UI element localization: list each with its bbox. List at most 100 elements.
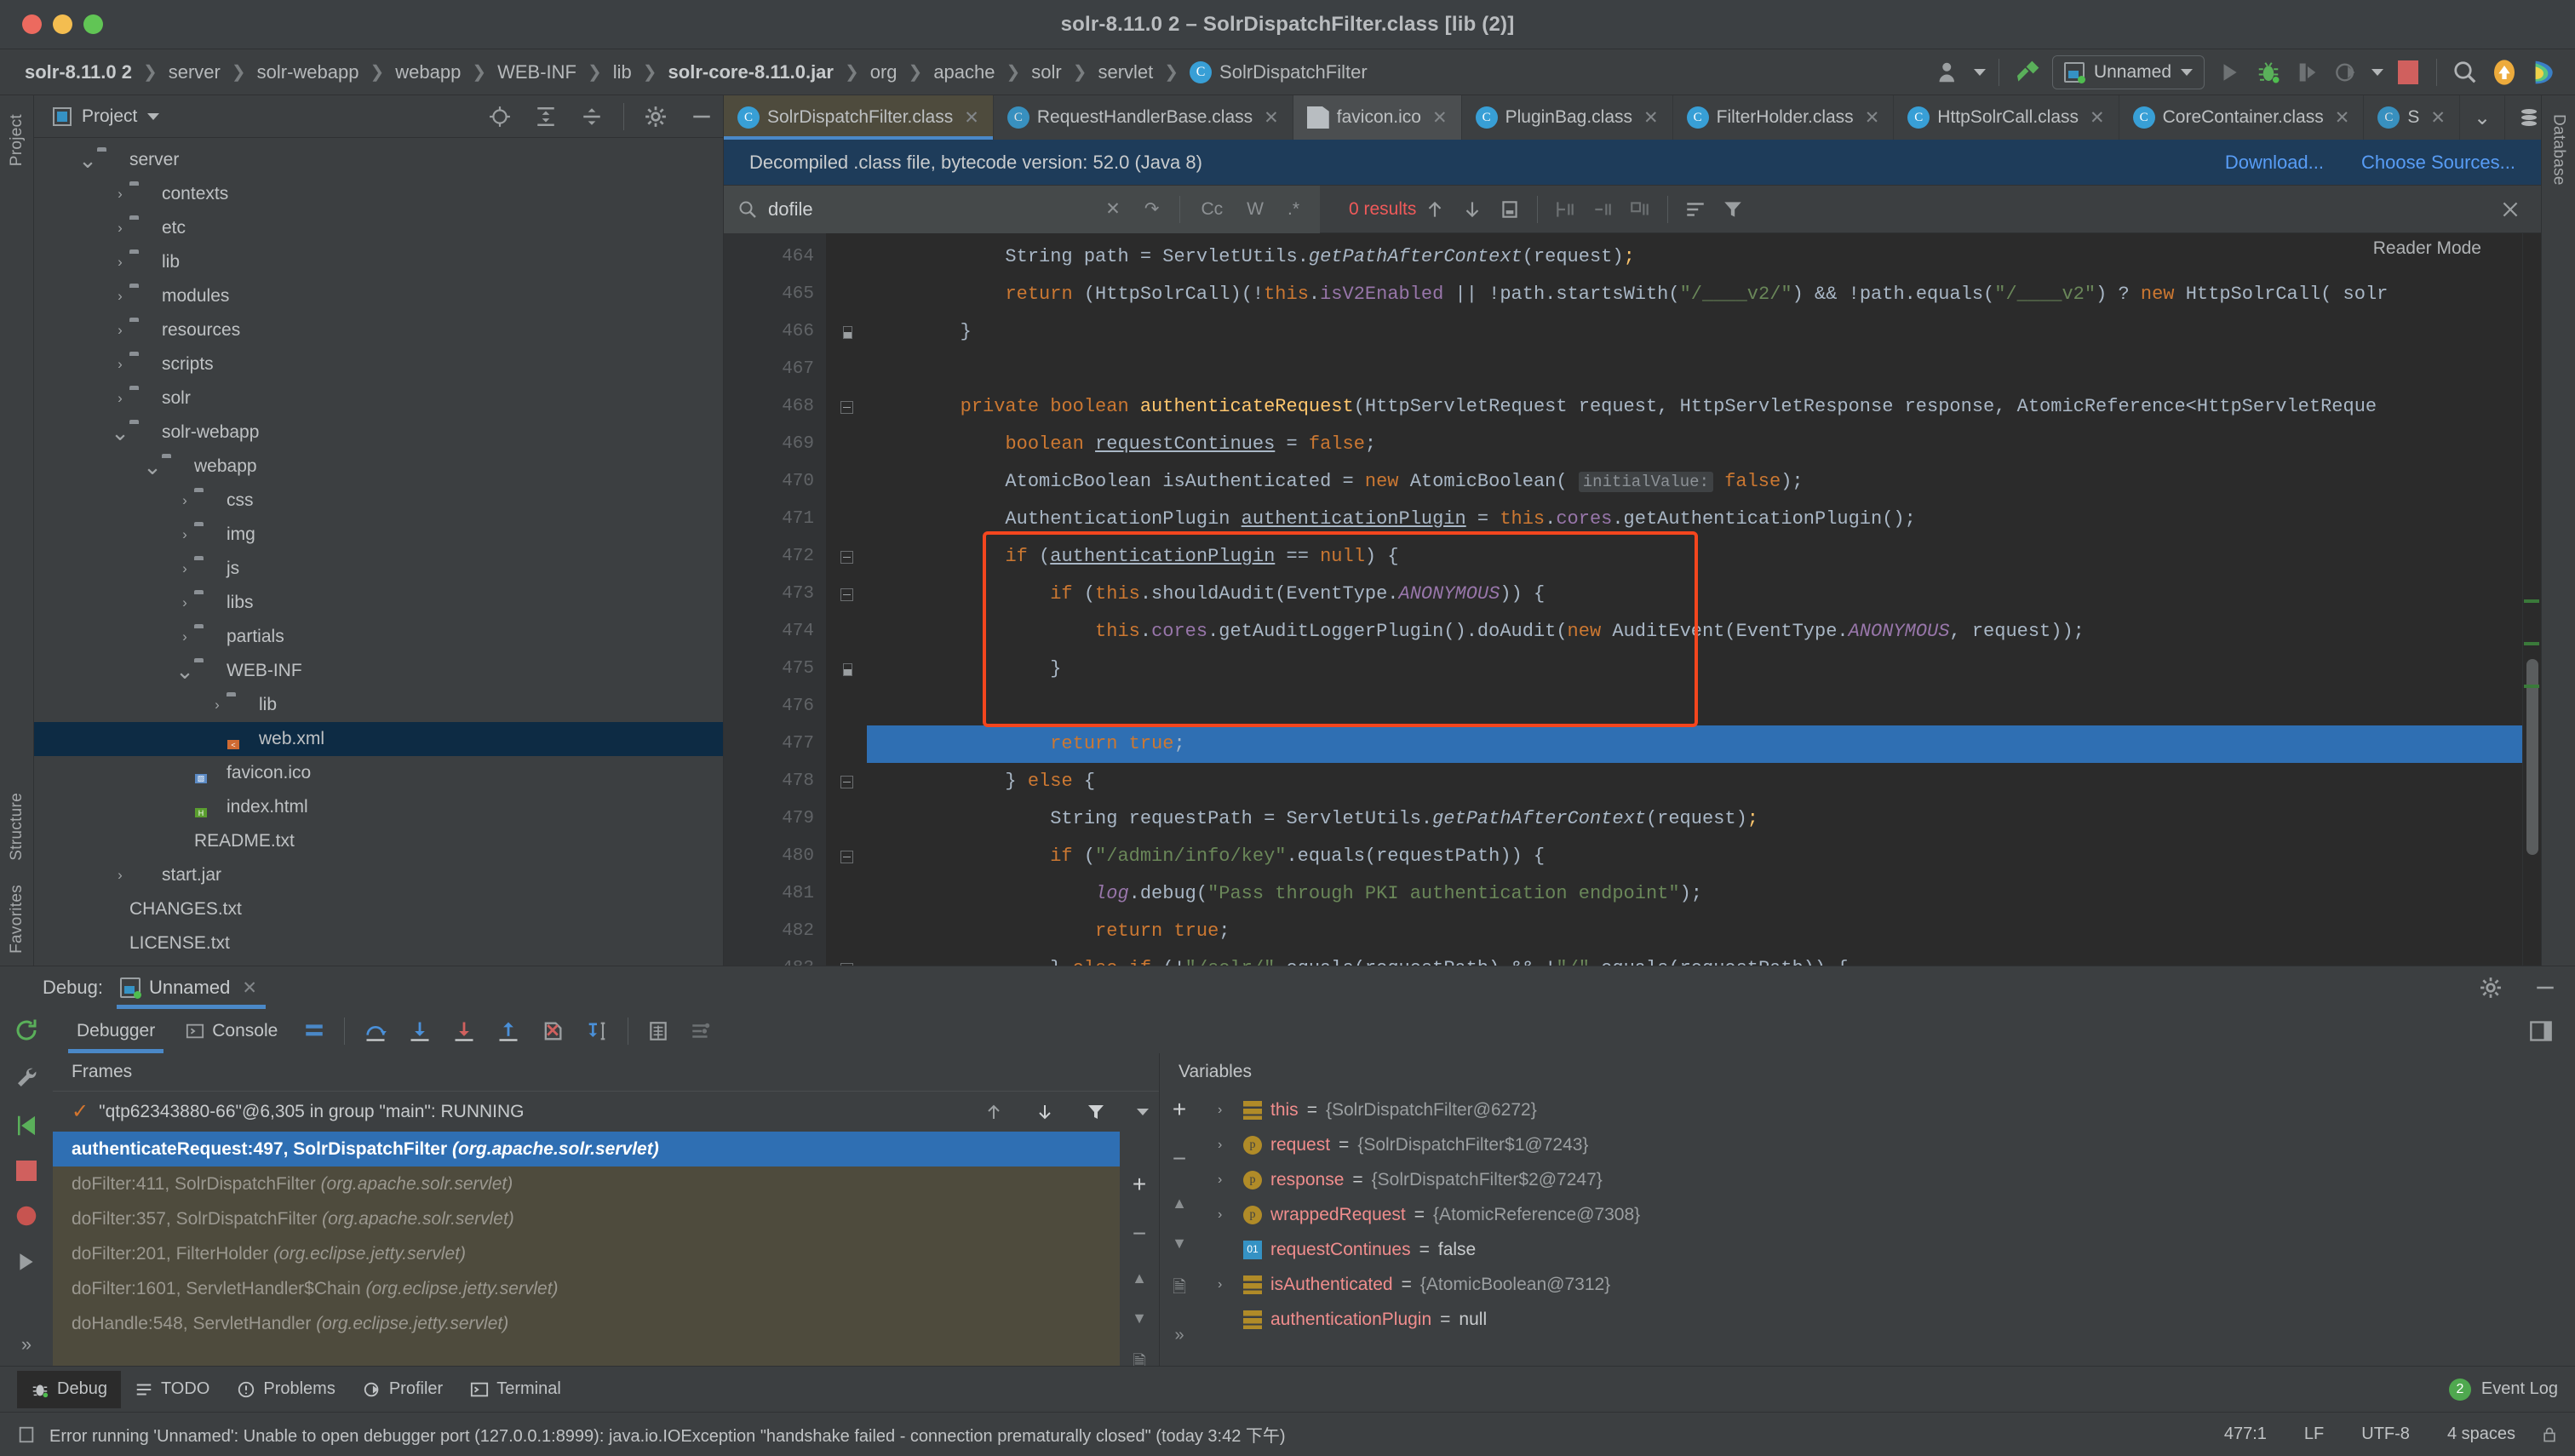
tree-node[interactable]: › start.jar — [34, 858, 723, 892]
close-icon[interactable]: ✕ — [1643, 107, 1659, 129]
chevron-right-icon[interactable]: › — [111, 867, 129, 884]
chevron-right-icon[interactable]: › — [175, 526, 194, 543]
close-icon[interactable]: ✕ — [2090, 107, 2105, 129]
remove-icon[interactable]: − — [1173, 1145, 1186, 1172]
frames-list[interactable]: authenticateRequest:497, SolrDispatchFil… — [53, 1132, 1120, 1366]
close-icon[interactable]: ✕ — [1865, 107, 1880, 129]
fold-marker[interactable] — [826, 950, 867, 966]
tool-tab-debug[interactable]: Debug — [17, 1370, 121, 1408]
stop-icon[interactable] — [16, 1161, 37, 1181]
step-into-icon[interactable] — [408, 1019, 432, 1043]
add-line-icon[interactable] — [1554, 198, 1576, 221]
collapse-all-icon[interactable] — [581, 106, 603, 128]
close-find-icon[interactable] — [2499, 198, 2521, 221]
fold-marker[interactable] — [826, 838, 867, 875]
tree-node[interactable]: › solr — [34, 381, 723, 416]
variable-row[interactable]: › p response = {SolrDispatchFilter$2@7247} — [1199, 1162, 2575, 1197]
words-toggle[interactable]: W — [1240, 199, 1270, 220]
tree-node[interactable]: ›▧favicon.ico — [34, 756, 723, 790]
breadcrumb-item-solr[interactable]: solr — [1029, 60, 1064, 85]
breadcrumb-item-servlet[interactable]: servlet — [1095, 60, 1156, 85]
search-input[interactable]: dofile — [768, 198, 1088, 221]
profile-button[interactable] — [2327, 54, 2366, 91]
sidebar-item-favorites[interactable]: Favorites — [8, 873, 26, 966]
run-button[interactable] — [2210, 54, 2249, 91]
remove-line-icon[interactable] — [1591, 198, 1614, 221]
choose-sources-link[interactable]: Choose Sources... — [2361, 152, 2515, 174]
editor-tab[interactable]: C SolrDispatchFilter.class ✕ — [724, 95, 994, 140]
close-icon[interactable]: ✕ — [1098, 198, 1127, 220]
filter-list-icon[interactable] — [1684, 198, 1706, 221]
build-hammer-icon[interactable] — [2008, 54, 2047, 91]
run-with-coverage-button[interactable] — [2288, 54, 2327, 91]
chevron-down-icon[interactable]: ⌄ — [111, 421, 129, 444]
code-line[interactable]: return true; — [867, 913, 2522, 950]
code-line[interactable]: return true; — [867, 725, 2522, 763]
evaluate-expression-icon[interactable] — [647, 1020, 669, 1042]
code-editor[interactable]: 464 465 466 467 468 469 470 471 472 473 474 475 476 4… — [724, 233, 2541, 966]
frame-list-item[interactable]: doFilter:201, FilterHolder (org.eclipse.… — [53, 1236, 1120, 1271]
minimize-icon[interactable] — [2534, 977, 2556, 999]
down-icon[interactable]: ▼ — [1132, 1310, 1147, 1327]
close-icon[interactable]: ✕ — [242, 977, 257, 999]
close-icon[interactable]: ✕ — [964, 107, 979, 129]
breadcrumb-item-apache[interactable]: apache — [931, 60, 997, 85]
editor-tab-bar[interactable]: C SolrDispatchFilter.class ✕ C RequestHandle… — [724, 95, 2541, 140]
editor-tab[interactable]: C RequestHandlerBase.class ✕ — [994, 95, 1293, 140]
frame-list-item[interactable]: doFilter:357, SolrDispatchFilter (org.ap… — [53, 1201, 1120, 1236]
fold-marker[interactable] — [826, 388, 867, 426]
gear-icon[interactable] — [645, 106, 667, 128]
project-tree[interactable]: ⌄ server › contexts › etc › lib › modules › resourc… — [34, 138, 723, 966]
tree-node[interactable]: › contexts — [34, 177, 723, 211]
breadcrumb-item-lib[interactable]: lib — [611, 60, 634, 85]
code-line[interactable]: } else { — [867, 763, 2522, 800]
line-separator[interactable]: LF — [2292, 1424, 2336, 1444]
tree-node[interactable]: › partials — [34, 620, 723, 654]
up-icon[interactable]: ▲ — [1132, 1270, 1147, 1287]
chevron-down-icon[interactable]: ⌄ — [78, 149, 97, 171]
variable-row[interactable]: › p wrappedRequest = {AtomicReference@7308} — [1199, 1197, 2575, 1232]
code-line[interactable]: log.debug("Pass through PKI authenticati… — [867, 875, 2522, 913]
tab-console[interactable]: Console — [170, 1009, 293, 1053]
tree-node[interactable]: ⌄ webapp — [34, 450, 723, 484]
select-all-occurrences-icon[interactable] — [1499, 198, 1521, 221]
search-everywhere-icon[interactable] — [2446, 54, 2485, 91]
code-line[interactable]: this.cores.getAuditLoggerPlugin().doAudi… — [867, 613, 2522, 651]
chevron-down-icon[interactable]: ⌄ — [143, 456, 162, 478]
variable-row[interactable]: › isAuthenticated = {AtomicBoolean@7312} — [1199, 1267, 2575, 1302]
step-over-icon[interactable] — [364, 1019, 387, 1043]
down-icon[interactable]: ▼ — [1172, 1235, 1187, 1253]
code-line[interactable]: String path = ServletUtils.getPathAfterC… — [867, 238, 2522, 276]
chevron-right-icon[interactable]: › — [175, 594, 194, 611]
expand-icon[interactable]: » — [21, 1333, 32, 1356]
chevron-right-icon[interactable]: › — [111, 390, 129, 407]
reader-mode-label[interactable]: Reader Mode — [2373, 238, 2481, 259]
down-arrow-icon[interactable] — [1035, 1102, 1055, 1122]
code-line[interactable]: } else if (!"/solr/".equals(requestPath)… — [867, 950, 2522, 966]
chevron-right-icon[interactable]: › — [1218, 1127, 1235, 1162]
code-line[interactable]: AuthenticationPlugin authenticationPlugi… — [867, 501, 2522, 538]
breadcrumb-item-org[interactable]: org — [868, 60, 900, 85]
chevron-right-icon[interactable]: › — [1218, 1267, 1235, 1302]
tree-node[interactable]: ⌄ WEB-INF — [34, 654, 723, 688]
tree-node[interactable]: › etc — [34, 211, 723, 245]
indent-setting[interactable]: 4 spaces — [2435, 1424, 2527, 1444]
frame-list-item[interactable]: doHandle:548, ServletHandler (org.eclips… — [53, 1306, 1120, 1341]
force-step-into-icon[interactable] — [452, 1019, 476, 1043]
breadcrumb-item-web-inf[interactable]: WEB-INF — [495, 60, 579, 85]
code-line[interactable]: private boolean authenticateRequest(Http… — [867, 388, 2522, 426]
locate-icon[interactable] — [489, 106, 511, 128]
fold-marker[interactable] — [826, 763, 867, 800]
breadcrumb-item-class[interactable]: C SolrDispatchFilter — [1187, 60, 1370, 85]
history-icon[interactable]: ↷ — [1138, 198, 1167, 220]
tree-node[interactable]: › resources — [34, 313, 723, 347]
tree-node[interactable]: › js — [34, 552, 723, 586]
chevron-right-icon[interactable]: › — [175, 560, 194, 577]
editor-tab[interactable]: favicon.ico ✕ — [1293, 95, 1462, 140]
tab-list-icon[interactable] — [2505, 95, 2541, 140]
variable-row[interactable]: › p request = {SolrDispatchFilter$1@7243} — [1199, 1127, 2575, 1162]
download-sources-link[interactable]: Download... — [2225, 152, 2324, 174]
tree-node[interactable]: ⌄ solr-webapp — [34, 416, 723, 450]
next-match-icon[interactable] — [1461, 198, 1483, 221]
view-breakpoints-icon[interactable] — [14, 1203, 39, 1229]
